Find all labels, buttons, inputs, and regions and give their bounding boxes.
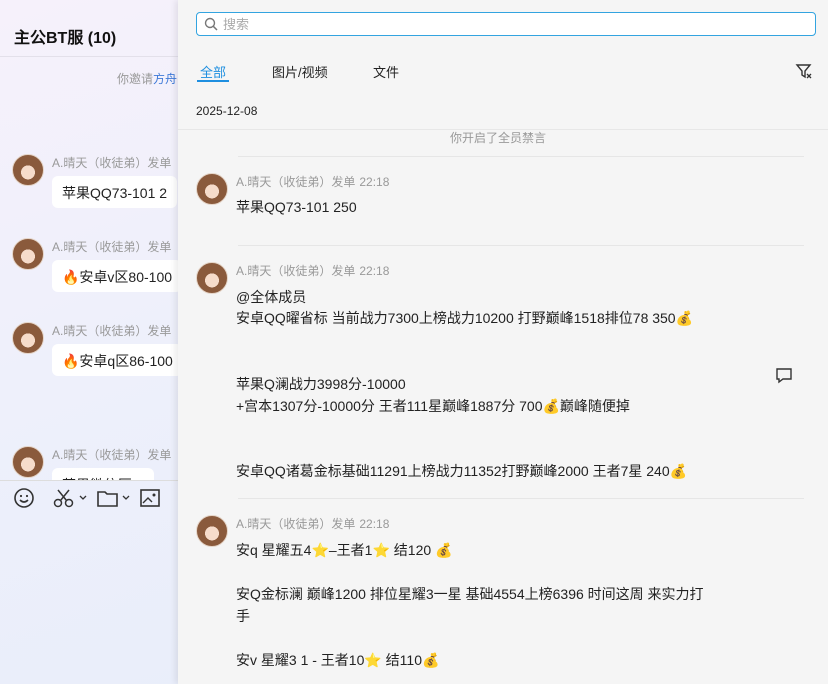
avatar[interactable] — [12, 154, 44, 186]
message-line: 安卓QQ曜省标 当前战力7300上榜战力10200 打野巅峰1518排位78 3… — [236, 310, 694, 326]
message-meta: A.晴天（收徒弟）发单 22:18 — [236, 515, 389, 532]
avatar[interactable] — [196, 515, 228, 547]
message-bubble[interactable]: 苹果QQ73-101 2 — [52, 176, 178, 208]
sender-name[interactable]: A.晴天（收徒弟）发单 — [52, 322, 171, 339]
avatar[interactable] — [12, 322, 44, 354]
message-line: 安v 星耀3 1 - 王者10⭐ 结110💰 — [236, 652, 440, 668]
message-line: +宫本1307分-10000分 王者111星巅峰1887分 700💰巅峰随便掉 — [236, 398, 630, 414]
emoji-icon[interactable] — [13, 487, 35, 509]
tab-media[interactable]: 图片/视频 — [272, 62, 328, 81]
message-meta: A.晴天（收徒弟）发单 22:18 — [236, 173, 389, 190]
message-line: 手 — [236, 608, 250, 624]
history-message: A.晴天（收徒弟）发单 22:18 @全体成员 安卓QQ曜省标 当前战力7300上… — [196, 262, 796, 488]
input-toolbar-divider — [0, 480, 178, 481]
date-header: 2025-12-08 — [196, 104, 258, 118]
invite-link[interactable]: 方舟 — [153, 72, 177, 86]
reply-comment-icon[interactable] — [775, 367, 793, 385]
message-separator — [238, 498, 804, 499]
avatar[interactable] — [12, 238, 44, 270]
invite-prefix: 你邀请 — [117, 72, 154, 86]
sender-name[interactable]: A.晴天（收徒弟）发单 — [52, 446, 171, 463]
chat-title[interactable]: 主公BT服 (10) — [14, 24, 116, 48]
sender-name[interactable]: A.晴天（收徒弟）发单 — [236, 264, 355, 278]
chat-message: A.晴天（收徒弟）发单 苹果微信区... — [12, 446, 178, 480]
message-line: 安Q金标澜 巅峰1200 排位星耀3一星 基础4554上榜6396 时间这周 来… — [236, 586, 704, 602]
active-tab-indicator — [197, 80, 229, 82]
message-line: @全体成员 — [236, 289, 307, 305]
sender-name[interactable]: A.晴天（收徒弟）发单 — [236, 175, 355, 189]
history-message: A.晴天（收徒弟）发单 22:18 苹果QQ73-101 250 — [196, 173, 796, 233]
message-bubble[interactable]: 苹果微信区... — [52, 468, 154, 480]
message-bubble[interactable]: 🔥安卓v区80-100 — [52, 260, 178, 292]
search-icon — [204, 17, 218, 31]
scissors-icon[interactable] — [52, 487, 88, 509]
message-line: 安卓QQ诸葛金标基础11291上榜战力11352打野巅峰2000 王者7星 24… — [236, 463, 688, 479]
chat-message: A.晴天（收徒弟）发单 🔥安卓v区80-100 — [12, 238, 178, 298]
divider — [0, 56, 178, 57]
folder-icon[interactable] — [96, 487, 132, 509]
history-message: A.晴天（收徒弟）发单 22:18 安q 星耀五4⭐–王者1⭐ 结120 💰 安Q… — [196, 515, 796, 684]
sender-name[interactable]: A.晴天（收徒弟）发单 — [236, 517, 355, 531]
sender-name[interactable]: A.晴天（收徒弟）发单 — [52, 154, 171, 171]
system-notice: 你开启了全员禁言 — [450, 131, 547, 145]
avatar[interactable] — [196, 173, 228, 205]
message-bubble[interactable]: 🔥安卓q区86-100 — [52, 344, 178, 376]
tab-files[interactable]: 文件 — [373, 62, 399, 81]
message-line: 苹果QQ73-101 250 — [236, 199, 357, 215]
message-line: 苹果Q澜战力3998分-10000 — [236, 376, 406, 392]
invite-notice: 你邀请方舟 — [117, 70, 177, 87]
chat-message: A.晴天（收徒弟）发单 苹果QQ73-101 2 — [12, 154, 178, 214]
message-time: 22:18 — [359, 517, 390, 531]
message-time: 22:18 — [359, 175, 390, 189]
avatar[interactable] — [196, 262, 228, 294]
message-time: 22:18 — [359, 264, 390, 278]
message-meta: A.晴天（收徒弟）发单 22:18 — [236, 262, 389, 279]
sender-name[interactable]: A.晴天（收徒弟）发单 — [52, 238, 171, 255]
filter-icon[interactable] — [795, 62, 813, 80]
chat-history-panel: 全部 图片/视频 文件 2025-12-08 你开启了全员禁言 A.晴天（收徒弟… — [178, 0, 828, 684]
search-box[interactable] — [196, 12, 816, 36]
message-separator — [238, 245, 804, 246]
avatar[interactable] — [12, 446, 44, 478]
search-input[interactable] — [223, 15, 803, 33]
message-line: 安q 星耀五4⭐–王者1⭐ 结120 💰 — [236, 542, 453, 558]
tab-all[interactable]: 全部 — [200, 62, 226, 81]
message-separator — [238, 156, 804, 157]
chat-window: 主公BT服 (10) 你邀请方舟 A.晴天（收徒弟）发单 苹果QQ73-101 … — [0, 0, 178, 684]
screenshot-icon[interactable] — [139, 487, 161, 509]
chat-message: A.晴天（收徒弟）发单 🔥安卓q区86-100 — [12, 322, 178, 382]
